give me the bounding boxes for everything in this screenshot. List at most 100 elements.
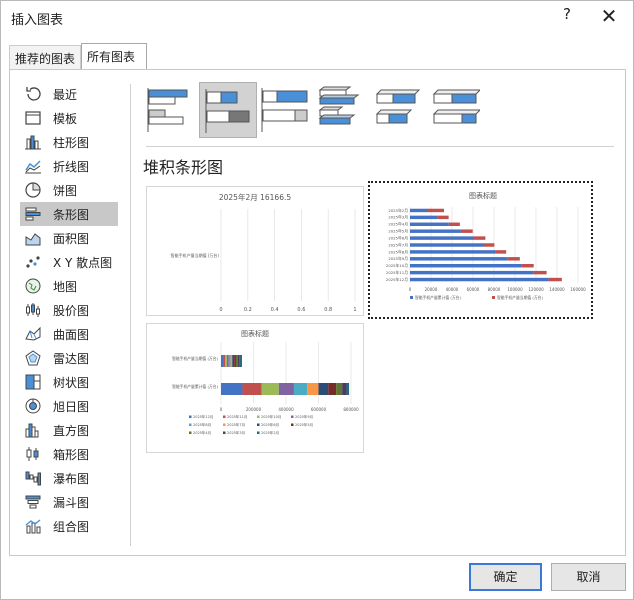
3d-clustered-bar-icon: [318, 86, 360, 125]
legend-swatch: [189, 423, 192, 426]
sunburst-chart-icon: [24, 397, 42, 415]
sidebar-item-combo-chart[interactable]: 组合图: [20, 514, 118, 538]
legend-swatch: [257, 431, 260, 434]
sidebar-item-label: 饼图: [53, 184, 78, 198]
sidebar-item-sunburst-chart[interactable]: 旭日图: [20, 394, 118, 418]
cancel-button[interactable]: 取消: [551, 563, 626, 591]
legend-label: 2025年2月: [261, 430, 279, 435]
sidebar-item-bar-chart[interactable]: 条形图: [20, 202, 118, 226]
preview-chart-1: 2025年2月 16166.5 0 0.2 0.4 0.6 0.8 1 智能手机产量当期值 (…: [171, 192, 357, 313]
bar: [521, 264, 534, 268]
bar: [235, 355, 238, 367]
chart-subtype-title: 堆积条形图: [143, 158, 224, 177]
sidebar-item-radar-chart[interactable]: 雷达图: [20, 346, 118, 370]
sidebar-item-label: 地图: [53, 280, 78, 294]
bar: [410, 215, 438, 220]
y-category-label: 智能手机产量累计值 (万台): [172, 384, 218, 389]
chart-preview-3[interactable]: 图表标题 0 200000 400000 600000 800000 智能手机产量当期值 (…: [146, 323, 364, 453]
sidebar-item-waterfall-chart[interactable]: 瀑布图: [20, 466, 118, 490]
sidebar-item-pie-chart[interactable]: 饼图: [20, 178, 118, 202]
bar: [228, 355, 231, 367]
bar: [226, 355, 229, 367]
pie-chart-icon: [24, 181, 42, 199]
bar: [448, 222, 460, 226]
sidebar-item-label: 模板: [53, 112, 78, 126]
bar: [346, 383, 350, 395]
x-tick-label: 160000: [570, 287, 586, 292]
sidebar-item-stock-chart[interactable]: 股价图: [20, 298, 118, 322]
bar: [230, 355, 233, 367]
sidebar-item-column-chart[interactable]: 柱形图: [20, 130, 118, 154]
sidebar-item-map-chart[interactable]: 地图: [20, 274, 118, 298]
legend-swatch: [223, 431, 226, 434]
treemap-chart-icon: [24, 373, 42, 391]
legend-label: 2025年3月: [227, 430, 245, 435]
x-tick-label: 600000: [311, 407, 327, 412]
legend-label: 2025年10月: [261, 414, 281, 419]
bar: [410, 270, 534, 275]
sidebar-item-label: 树状图: [53, 376, 90, 390]
legend-label: 2025年5月: [295, 422, 313, 427]
bar: [232, 355, 235, 367]
clustered-bar-icon: [147, 88, 188, 132]
subtype-3d-100-stacked-bar[interactable]: [427, 82, 485, 138]
bar-chart-icon: [24, 205, 42, 223]
close-button[interactable]: ✕: [597, 3, 621, 29]
bar: [410, 264, 522, 268]
subtype-stacked-bar[interactable]: [199, 82, 257, 138]
area-chart-icon: [24, 229, 42, 247]
subtype-3d-stacked-bar[interactable]: [370, 82, 428, 138]
legend-label: 2025年9月: [295, 414, 313, 419]
bar: [410, 250, 496, 254]
combo-chart-icon: [24, 517, 42, 535]
legend-swatch: [223, 415, 226, 418]
x-tick-label: 20000: [425, 287, 438, 292]
x-tick-label: 40000: [446, 287, 459, 292]
help-button[interactable]: ?: [557, 5, 577, 27]
sidebar-item-area-chart[interactable]: 面积图: [20, 226, 118, 250]
chart-preview-1[interactable]: 2025年2月 16166.5 0 0.2 0.4 0.6 0.8 1 智能手机产量当期值 (…: [146, 186, 364, 316]
chart-preview-2[interactable]: 图表标题 0 20000 40000 60000 80000 100000 120000 140…: [368, 181, 593, 319]
sidebar-item-treemap-chart[interactable]: 树状图: [20, 370, 118, 394]
tab-all-charts[interactable]: 所有图表: [81, 43, 147, 70]
x-tick-label: 200000: [246, 407, 262, 412]
preview-chart-2: 图表标题 0 20000 40000 60000 80000 100000 120000 140…: [386, 191, 586, 300]
legend-label: 2025年7月: [227, 422, 245, 427]
sidebar-item-histogram-chart[interactable]: 直方图: [20, 418, 118, 442]
sidebar-item-recent[interactable]: 最近: [20, 82, 118, 106]
x-tick-label: 0.6: [297, 307, 305, 313]
ok-button[interactable]: 确定: [469, 563, 542, 591]
sidebar-item-funnel-chart[interactable]: 漏斗图: [20, 490, 118, 514]
sidebar-item-label: 瀑布图: [53, 472, 90, 486]
chart-panel: 最近模板柱形图折线图饼图条形图 面积图 X Y 散点图地图股价图 曲面图 雷达图树状图旭…: [9, 69, 626, 556]
preview-chart-3: 图表标题 0 200000 400000 600000 800000 智能手机产量当期值 (…: [172, 329, 359, 435]
x-tick-label: 100000: [507, 287, 523, 292]
sidebar-item-label: 箱形图: [53, 448, 90, 462]
y-category-label: 2025年11月: [386, 270, 408, 275]
sidebar-item-template[interactable]: 模板: [20, 106, 118, 130]
x-tick-label: 0.8: [324, 307, 332, 313]
bar: [548, 277, 562, 282]
sidebar-item-box-chart[interactable]: 箱形图: [20, 442, 118, 466]
sidebar-item-label: 折线图: [53, 160, 90, 174]
y-category-label: 2025年4月: [388, 222, 408, 227]
subtype-3d-clustered-bar[interactable]: [313, 82, 371, 138]
chart-title: 图表标题: [469, 191, 497, 200]
bar: [410, 229, 461, 233]
tab-recommended[interactable]: 推荐的图表: [9, 45, 81, 69]
subtype-100-stacked-bar[interactable]: [256, 82, 314, 138]
sidebar-item-label: 最近: [53, 88, 78, 102]
subtype-clustered-bar[interactable]: [142, 82, 200, 138]
chart-title: 2025年2月 16166.5: [219, 192, 291, 202]
dialog-title: 插入图表: [11, 13, 64, 28]
waterfall-chart-icon: [24, 469, 42, 487]
x-tick-label: 400000: [278, 407, 294, 412]
bar: [261, 383, 279, 395]
sidebar-item-surface-chart[interactable]: 曲面图: [20, 322, 118, 346]
y-category-label: 2025年8月: [388, 249, 408, 254]
sidebar-item-label: 直方图: [53, 424, 90, 438]
legend-swatch: [189, 415, 192, 418]
sidebar-item-line-chart[interactable]: 折线图: [20, 154, 118, 178]
x-tick-label: 0.2: [244, 307, 252, 313]
sidebar-item-scatter-chart[interactable]: X Y 散点图: [20, 250, 118, 274]
